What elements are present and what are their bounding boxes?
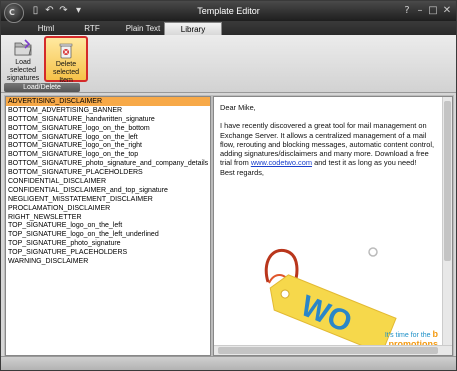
template-list[interactable]: ADVERTISING_DISCLAIMER BOTTOM_ADVERTISING…: [5, 96, 211, 356]
scroll-thumb[interactable]: [218, 347, 438, 354]
load-button-label: Load selected signatures: [6, 59, 40, 82]
tab-library[interactable]: Library: [164, 22, 222, 35]
application-menu-button[interactable]: C: [4, 3, 24, 23]
template-list-item[interactable]: CONFIDENTIAL_DISCLAIMER: [6, 177, 210, 186]
greeting-text: Dear Mike,: [220, 103, 256, 112]
maximize-icon[interactable]: □: [427, 5, 439, 17]
template-list-item[interactable]: CONFIDENTIAL_DISCLAIMER_and_top_signatur…: [6, 186, 210, 195]
closing-text: Best regards,: [220, 167, 264, 177]
minimize-icon[interactable]: –: [414, 5, 426, 17]
template-list-item[interactable]: TOP_SIGNATURE_logo_on_the_left_underline…: [6, 230, 210, 239]
codetwo-link[interactable]: www.codetwo.com: [251, 158, 312, 167]
template-list-item[interactable]: TOP_SIGNATURE_photo_signature: [6, 239, 210, 248]
ribbon-tabs: Html RTF Plain Text Library: [1, 21, 456, 35]
template-list-item[interactable]: RIGHT_NEWSLETTER: [6, 213, 210, 222]
promo-tagline-text: It's time for the: [384, 332, 431, 339]
status-bar: [1, 356, 456, 370]
template-list-item[interactable]: TOP_SIGNATURE_logo_on_the_left: [6, 221, 210, 230]
title-bar: C ▯ ↶ ↷ ▾ Template Editor ? – □ ✕: [1, 1, 456, 23]
delete-selected-item-button[interactable]: Delete selected Item: [44, 36, 88, 84]
load-selected-signatures-button[interactable]: Load selected signatures: [3, 36, 43, 82]
scroll-thumb[interactable]: [444, 101, 451, 261]
template-list-item[interactable]: BOTTOM_SIGNATURE_PLACEHOLDERS: [6, 168, 210, 177]
template-list-item[interactable]: WARNING_DISCLAIMER: [6, 257, 210, 266]
promo-tagline: It's time for the b: [385, 329, 438, 339]
template-list-item[interactable]: TOP_SIGNATURE_PLACEHOLDERS: [6, 248, 210, 257]
preview-vertical-scrollbar[interactable]: [442, 97, 452, 347]
template-list-item[interactable]: BOTTOM_SIGNATURE_logo_on_the_top: [6, 150, 210, 159]
template-editor-window: C ▯ ↶ ↷ ▾ Template Editor ? – □ ✕ Html R…: [0, 0, 457, 371]
main-content: ADVERTISING_DISCLAIMER BOTTOM_ADVERTISING…: [4, 95, 454, 357]
template-list-item[interactable]: ADVERTISING_DISCLAIMER: [6, 97, 210, 106]
email-preview-text: Dear Mike, I have recently discovered a …: [220, 103, 438, 186]
template-list-item[interactable]: BOTTOM_SIGNATURE_photo_signature_and_com…: [6, 159, 210, 168]
ribbon-panel: Load selected signatures Delete selected…: [1, 35, 456, 93]
template-list-item[interactable]: BOTTOM_SIGNATURE_handwritten_signature: [6, 115, 210, 124]
template-list-item[interactable]: BOTTOM_SIGNATURE_logo_on_the_right: [6, 141, 210, 150]
template-list-item[interactable]: BOTTOM_SIGNATURE_logo_on_the_bottom: [6, 124, 210, 133]
template-list-item[interactable]: BOTTOM_ADVERTISING_BANNER: [6, 106, 210, 115]
template-list-item[interactable]: BOTTOM_SIGNATURE_logo_on_the_left: [6, 133, 210, 142]
close-icon[interactable]: ✕: [441, 5, 453, 17]
template-list-item[interactable]: PROCLAMATION_DISCLAIMER: [6, 204, 210, 213]
template-list-item[interactable]: NEGLIGENT_MISSTATEMENT_DISCLAIMER: [6, 195, 210, 204]
delete-button-label: Delete selected Item: [52, 61, 80, 84]
message-body-ending: and test it as long as you need!: [314, 158, 417, 168]
window-title: Template Editor: [197, 6, 260, 16]
ribbon-group-label: Load/Delete: [4, 83, 80, 92]
promo-tagline-accent: b: [432, 329, 439, 339]
folder-open-icon: [14, 39, 32, 56]
preview-pane: Dear Mike, I have recently discovered a …: [213, 96, 453, 356]
help-icon[interactable]: ?: [401, 5, 413, 17]
preview-horizontal-scrollbar[interactable]: [214, 345, 452, 355]
trash-bin-icon: [59, 43, 73, 59]
message-body: I have recently discovered a great tool …: [220, 121, 438, 177]
